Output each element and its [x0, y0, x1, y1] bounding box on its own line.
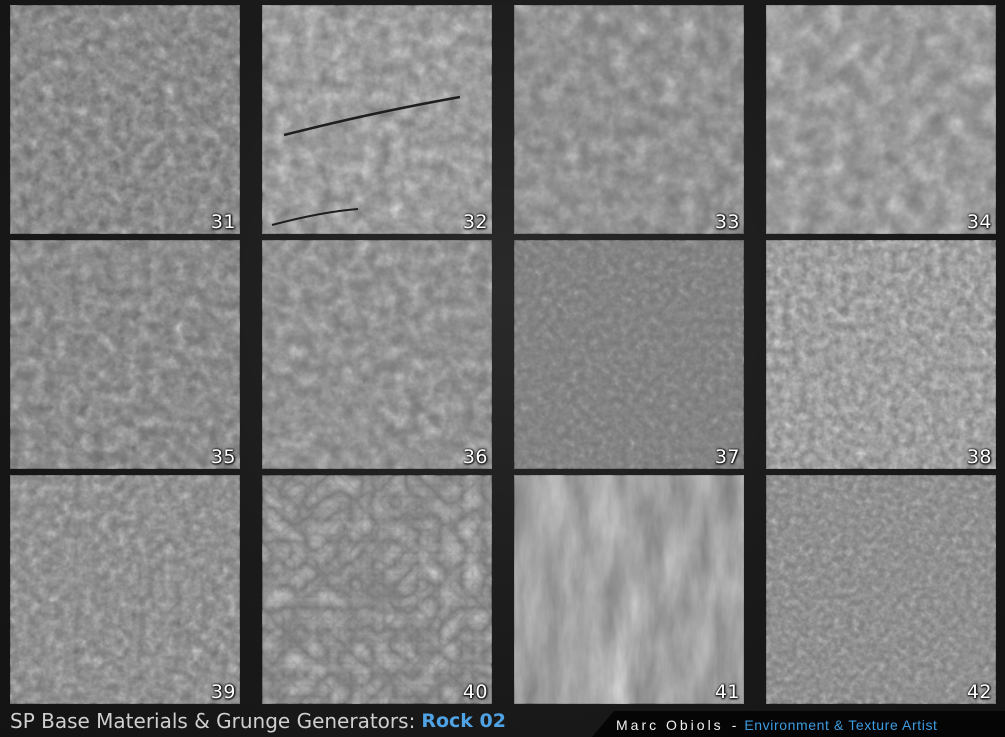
texture-tile-36[interactable]: 36 — [262, 240, 492, 469]
tile-number: 39 — [210, 681, 236, 703]
author-name: Marc Obiols — [616, 717, 724, 733]
rock-texture-37-image — [514, 240, 744, 469]
rock-texture-42-image — [766, 475, 996, 704]
texture-tile-40[interactable]: 40 — [262, 475, 492, 704]
tile-number: 36 — [462, 446, 488, 468]
texture-tile-38[interactable]: 38 — [766, 240, 996, 469]
texture-tile-32[interactable]: 32 — [262, 5, 492, 234]
rock-texture-38-image — [766, 240, 996, 469]
tile-number: 40 — [462, 681, 488, 703]
tile-number: 33 — [714, 211, 740, 233]
texture-tile-41[interactable]: 41 — [514, 475, 744, 704]
tile-number: 31 — [210, 211, 236, 233]
rock-texture-32-image — [262, 5, 492, 234]
tile-number: 37 — [714, 446, 740, 468]
tile-number: 34 — [966, 211, 992, 233]
texture-grid: 31 32 33 34 35 36 37 38 39 40 41 42 — [10, 5, 997, 705]
tile-number: 38 — [966, 446, 992, 468]
sheet-title: SP Base Materials & Grunge Generators: R… — [10, 707, 506, 735]
rock-texture-33-image — [514, 5, 744, 234]
tile-number: 32 — [462, 211, 488, 233]
texture-tile-42[interactable]: 42 — [766, 475, 996, 704]
credit-separator: - — [731, 717, 737, 733]
tile-number: 35 — [210, 446, 236, 468]
tile-number: 42 — [966, 681, 992, 703]
texture-sheet: 31 32 33 34 35 36 37 38 39 40 41 42 SP B… — [0, 0, 1005, 737]
rock-texture-40-image — [262, 475, 492, 704]
rock-texture-41-image — [514, 475, 744, 704]
texture-tile-31[interactable]: 31 — [10, 5, 240, 234]
author-role: Environment & Texture Artist — [744, 717, 938, 733]
rock-texture-34-image — [766, 5, 996, 234]
rock-texture-36-image — [262, 240, 492, 469]
texture-tile-35[interactable]: 35 — [10, 240, 240, 469]
rock-texture-31-image — [10, 5, 240, 234]
texture-tile-37[interactable]: 37 — [514, 240, 744, 469]
credit-line: Marc Obiols - Environment & Texture Arti… — [616, 714, 938, 736]
sheet-title-accent: Rock 02 — [421, 710, 506, 732]
tile-number: 41 — [714, 681, 740, 703]
texture-tile-39[interactable]: 39 — [10, 475, 240, 704]
rock-texture-35-image — [10, 240, 240, 469]
texture-tile-34[interactable]: 34 — [766, 5, 996, 234]
texture-tile-33[interactable]: 33 — [514, 5, 744, 234]
sheet-title-text: SP Base Materials & Grunge Generators: — [10, 709, 416, 733]
rock-texture-39-image — [10, 475, 240, 704]
